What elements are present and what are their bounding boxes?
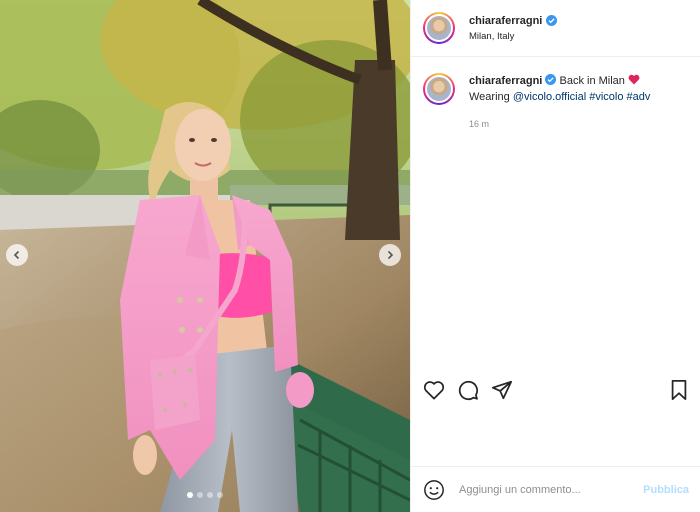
carousel-dot	[217, 492, 223, 498]
carousel-dot	[187, 492, 193, 498]
caption-text: Back in Milan	[559, 75, 625, 87]
post-timestamp[interactable]: 16 m	[469, 119, 650, 129]
verified-badge-icon	[545, 74, 557, 85]
caption-username[interactable]: chiaraferragni	[469, 75, 542, 87]
carousel-indicator	[0, 492, 410, 498]
chevron-right-icon	[387, 250, 394, 260]
chevron-left-icon	[13, 250, 20, 260]
mention-link[interactable]: @vicolo.official	[513, 91, 586, 103]
comment-input[interactable]	[459, 483, 644, 496]
photo-scene	[0, 0, 410, 512]
avatar[interactable]	[423, 12, 455, 44]
post-photo[interactable]	[0, 0, 410, 512]
carousel-dot	[197, 492, 203, 498]
header-username[interactable]: chiaraferragni	[469, 15, 558, 27]
hashtag-link[interactable]: #adv	[627, 91, 651, 103]
heart-icon	[423, 381, 445, 400]
like-button[interactable]	[423, 380, 445, 400]
post-location[interactable]: Milan, Italy	[469, 31, 557, 42]
save-button[interactable]	[669, 379, 689, 401]
post-sidebar: chiaraferragni Milan, Italy chiaraferrag…	[410, 0, 700, 512]
comment-button[interactable]	[457, 379, 479, 401]
hashtag-link[interactable]: #vicolo	[589, 91, 623, 103]
post-caption: chiaraferragni Back in Milan Wearing @vi…	[469, 73, 650, 105]
verified-badge-icon	[546, 15, 558, 26]
share-button[interactable]	[491, 379, 513, 401]
carousel-dot	[207, 492, 213, 498]
carousel-next-button[interactable]	[379, 244, 401, 266]
username-text[interactable]: chiaraferragni	[469, 15, 542, 27]
red-heart-emoji	[628, 74, 640, 85]
paper-plane-icon	[491, 380, 513, 400]
caption-avatar[interactable]	[423, 73, 455, 105]
comment-bubble-icon	[458, 381, 479, 401]
emoji-button[interactable]	[423, 479, 445, 501]
post-header: chiaraferragni Milan, Italy	[411, 0, 700, 57]
publish-button[interactable]: Pubblica	[643, 484, 689, 496]
action-bar	[411, 370, 700, 410]
smiley-icon	[424, 479, 444, 500]
caption-block: chiaraferragni Back in Milan Wearing @vi…	[411, 57, 700, 129]
comment-composer: Pubblica	[411, 466, 700, 512]
caption-line2-prefix: Wearing	[469, 91, 513, 103]
bookmark-icon	[671, 379, 687, 401]
carousel-prev-button[interactable]	[6, 244, 28, 266]
